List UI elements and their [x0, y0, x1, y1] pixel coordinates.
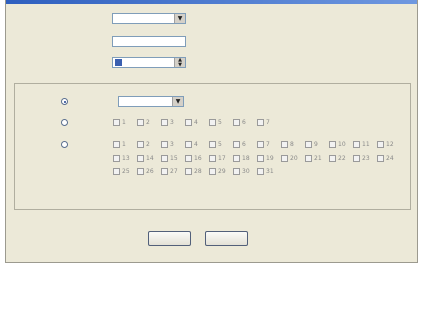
monthday-7-checkbox[interactable] — [257, 141, 264, 148]
monthday-21-checkbox[interactable] — [305, 154, 312, 162]
monthday-8-checkbox[interactable] — [281, 141, 288, 148]
monthday-29-label: 29 — [218, 168, 226, 175]
monthday-25-label: 25 — [122, 168, 130, 175]
monthday-5-label: 5 — [218, 141, 222, 148]
monthday-31-label: 31 — [266, 168, 274, 175]
weekday-1-checkbox[interactable] — [113, 119, 120, 126]
monthday-10-checkbox[interactable] — [329, 141, 336, 148]
monthday-23-label: 23 — [362, 154, 370, 162]
monthday-13-label: 13 — [122, 154, 130, 162]
radio-monthly[interactable] — [61, 141, 68, 148]
chevron-down-icon[interactable]: ▼ — [174, 14, 185, 23]
weekday-7-label: 7 — [266, 119, 270, 126]
monthday-17-label: 17 — [218, 154, 226, 162]
weekday-4-checkbox[interactable] — [185, 119, 192, 126]
monthday-2-checkbox[interactable] — [137, 141, 144, 148]
weekday-6-label: 6 — [242, 119, 246, 126]
monthday-15-checkbox[interactable] — [161, 154, 168, 162]
weekday-5-label: 5 — [218, 119, 222, 126]
monthday-26-label: 26 — [146, 168, 154, 175]
monthday-13-checkbox[interactable] — [113, 154, 120, 162]
interval-input[interactable] — [112, 36, 186, 47]
monthday-8-label: 8 — [290, 141, 294, 148]
monthday-7-label: 7 — [266, 141, 270, 148]
monthday-17-checkbox[interactable] — [209, 154, 216, 162]
monthday-14-checkbox[interactable] — [137, 154, 144, 162]
radio-weekly[interactable] — [61, 119, 68, 126]
monthday-24-checkbox[interactable] — [377, 154, 384, 162]
clock-icon — [115, 59, 122, 66]
weekday-3-label: 3 — [170, 119, 174, 126]
monthday-4-checkbox[interactable] — [185, 141, 192, 148]
ok-button[interactable] — [148, 231, 191, 246]
cancel-button[interactable] — [205, 231, 248, 246]
monthday-16-checkbox[interactable] — [185, 154, 192, 162]
weekday-1-label: 1 — [122, 119, 126, 126]
weekday-3-checkbox[interactable] — [161, 119, 168, 126]
monthday-12-label: 12 — [386, 141, 394, 148]
monthday-2-label: 2 — [146, 141, 150, 148]
monthday-20-checkbox[interactable] — [281, 154, 288, 162]
monthday-6-label: 6 — [242, 141, 246, 148]
monthday-19-label: 19 — [266, 154, 274, 162]
monthday-21-label: 21 — [314, 154, 322, 162]
monthday-29-checkbox[interactable] — [209, 168, 216, 175]
radio-specific-date[interactable] — [61, 98, 68, 105]
monthday-23-checkbox[interactable] — [353, 154, 360, 162]
monthday-14-label: 14 — [146, 154, 154, 162]
monthday-10-label: 10 — [338, 141, 346, 148]
monthday-1-checkbox[interactable] — [113, 141, 120, 148]
weekday-2-checkbox[interactable] — [137, 119, 144, 126]
weekday-2-label: 2 — [146, 119, 150, 126]
monthday-31-checkbox[interactable] — [257, 168, 264, 175]
weekday-5-checkbox[interactable] — [209, 119, 216, 126]
monthday-28-label: 28 — [194, 168, 202, 175]
monthday-6-checkbox[interactable] — [233, 141, 240, 148]
monthday-26-checkbox[interactable] — [137, 168, 144, 175]
dialog-titlebar — [6, 0, 417, 4]
monthday-20-label: 20 — [290, 154, 298, 162]
weekday-7-checkbox[interactable] — [257, 119, 264, 126]
frequency-select[interactable]: ▼ — [112, 13, 186, 24]
weekday-4-label: 4 — [194, 119, 198, 126]
monthday-16-label: 16 — [194, 154, 202, 162]
monthday-30-label: 30 — [242, 168, 250, 175]
monthday-22-label: 22 — [338, 154, 346, 162]
monthday-19-checkbox[interactable] — [257, 154, 264, 162]
monthday-24-label: 24 — [386, 154, 394, 162]
monthday-28-checkbox[interactable] — [185, 168, 192, 175]
start-time-spinner[interactable]: ▲ ▼ — [112, 57, 186, 68]
spinner-arrows-icon[interactable]: ▲ ▼ — [174, 58, 185, 67]
chevron-down-icon[interactable]: ▼ — [172, 97, 183, 106]
monthday-30-checkbox[interactable] — [233, 168, 240, 175]
monthday-1-label: 1 — [122, 141, 126, 148]
monthday-25-checkbox[interactable] — [113, 168, 120, 175]
monthday-18-checkbox[interactable] — [233, 154, 240, 162]
monthday-3-checkbox[interactable] — [161, 141, 168, 148]
monthday-3-label: 3 — [170, 141, 174, 148]
weekday-6-checkbox[interactable] — [233, 119, 240, 126]
date-select[interactable]: ▼ — [118, 96, 184, 107]
monthday-15-label: 15 — [170, 154, 178, 162]
monthday-4-label: 4 — [194, 141, 198, 148]
monthday-9-checkbox[interactable] — [305, 141, 312, 148]
schedule-dialog: ▼ ▲ ▼ ▼ 1 2 3 4 5 6 7 1 2 3 4 5 6 7 8 9 10 11 12 13 14 15 16 17 1… — [5, 0, 418, 263]
monthday-22-checkbox[interactable] — [329, 154, 336, 162]
monthday-18-label: 18 — [242, 154, 250, 162]
monthday-5-checkbox[interactable] — [209, 141, 216, 148]
monthday-27-label: 27 — [170, 168, 178, 175]
monthday-27-checkbox[interactable] — [161, 168, 168, 175]
monthday-9-label: 9 — [314, 141, 318, 148]
monthday-12-checkbox[interactable] — [377, 141, 384, 148]
monthday-11-checkbox[interactable] — [353, 141, 360, 148]
monthday-11-label: 11 — [362, 141, 370, 148]
